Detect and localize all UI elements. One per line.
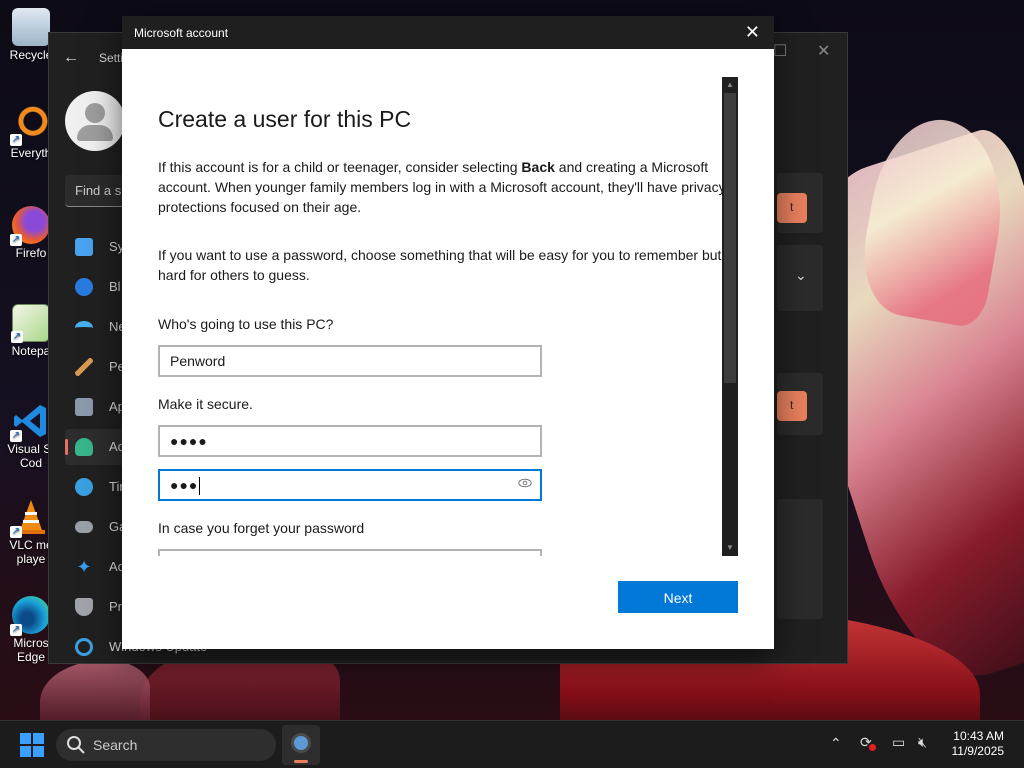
wifi-icon <box>75 321 93 335</box>
user-avatar <box>65 91 125 151</box>
windows-update-icon <box>75 638 93 656</box>
info-text-bold: Back <box>521 159 555 175</box>
recycle-bin-icon <box>12 8 50 46</box>
nav-item-label: Bl <box>109 279 121 294</box>
nav-item-label: Pr <box>109 599 122 614</box>
shortcut-arrow-icon: ↗ <box>10 134 22 146</box>
show-hidden-icons-chevron-icon[interactable]: ⌃ <box>830 735 842 752</box>
firefox-icon: ↗ <box>10 206 50 246</box>
taskbar-search-box[interactable]: Search <box>56 729 276 761</box>
settings-accent-button-label: t <box>790 398 794 412</box>
shortcut-arrow-icon: ↗ <box>10 526 22 538</box>
reenter-password-value: ●●● <box>170 477 199 493</box>
password-field[interactable]: ●●●● <box>158 425 542 457</box>
running-indicator <box>294 760 308 763</box>
dialog-title: Microsoft account <box>134 26 229 40</box>
shortcut-arrow-icon: ↗ <box>10 430 22 442</box>
username-label: Who's going to use this PC? <box>158 316 334 332</box>
chevron-down-icon[interactable]: ⌄ <box>795 267 807 284</box>
child-account-info: If this account is for a child or teenag… <box>158 157 738 217</box>
brush-icon <box>75 358 93 376</box>
username-value: Penword <box>170 353 226 369</box>
search-icon <box>67 736 85 754</box>
settings-title: Setti <box>99 51 124 65</box>
shortcut-arrow-icon: ↗ <box>10 234 22 246</box>
apps-icon <box>75 398 93 416</box>
reenter-password-field[interactable]: ●●● <box>158 469 542 501</box>
shortcut-arrow-icon: ↗ <box>10 624 22 636</box>
back-arrow-icon[interactable]: ← <box>63 49 79 67</box>
settings-accent-button-label: t <box>790 200 794 214</box>
scrollbar-thumb[interactable] <box>724 93 736 383</box>
notepad-plus-icon: ↗ <box>11 304 50 343</box>
dialog-titlebar: Microsoft account ✕ <box>122 16 774 49</box>
info-text: If this account is for a child or teenag… <box>158 159 522 175</box>
clock-time: 10:43 AM <box>953 729 1004 743</box>
password-value: ●●●● <box>170 433 208 449</box>
clock-date: 11/9/2025 <box>951 744 1005 758</box>
password-label: Make it secure. <box>158 396 253 412</box>
settings-gear-icon <box>291 733 311 753</box>
close-icon[interactable]: ✕ <box>745 22 760 42</box>
network-monitor-icon[interactable]: ▭ <box>892 734 905 751</box>
accessibility-icon: ✦ <box>76 557 92 577</box>
wallpaper-shape <box>40 660 150 720</box>
scroll-down-arrow-icon[interactable]: ▼ <box>722 542 738 554</box>
volume-muted-icon[interactable]: 🔇︎ <box>918 734 927 751</box>
security-questions-label: In case you forget your password <box>158 520 365 536</box>
next-button[interactable]: Next <box>618 581 738 613</box>
system-icon <box>75 238 93 256</box>
reveal-password-eye-icon[interactable] <box>518 478 532 488</box>
password-advice-text: If you want to use a password, choose so… <box>158 247 722 283</box>
gaming-icon <box>75 521 93 533</box>
shortcut-arrow-icon: ↗ <box>11 331 23 343</box>
taskbar-settings-app[interactable] <box>282 725 320 765</box>
time-language-icon <box>75 478 93 496</box>
start-windows-icon[interactable] <box>20 733 44 757</box>
privacy-shield-icon <box>75 598 93 616</box>
security-question-select-partial[interactable] <box>158 549 542 556</box>
dialog-scrollbar[interactable]: ▲ ▼ <box>722 77 738 556</box>
scroll-up-arrow-icon[interactable]: ▲ <box>722 79 738 91</box>
sync-update-icon[interactable]: ⟳ <box>860 734 876 751</box>
microsoft-account-dialog: Microsoft account ✕ Create a user for th… <box>122 16 774 649</box>
edge-icon: ↗ <box>10 596 50 636</box>
maximize-icon[interactable]: ☐ <box>773 41 787 61</box>
settings-card <box>777 499 823 619</box>
settings-card: ⌄ <box>777 245 823 311</box>
vscode-icon: ↗ <box>10 402 50 442</box>
page-title: Create a user for this PC <box>158 106 412 132</box>
everything-search-icon: ↗ <box>10 106 50 146</box>
settings-accent-button[interactable]: t <box>777 193 807 223</box>
bluetooth-icon <box>75 278 93 296</box>
accounts-icon <box>75 438 93 456</box>
search-label: Search <box>93 737 138 753</box>
username-field[interactable]: Penword <box>158 345 542 377</box>
vlc-icon: ↗ <box>10 498 50 538</box>
settings-accent-button[interactable]: t <box>777 391 807 421</box>
close-icon[interactable]: ✕ <box>817 41 830 61</box>
taskbar: Search ⌃ ⟳ ▭ 🔇︎ 10:43 AM 11/9/2025 <box>0 720 1024 768</box>
taskbar-clock[interactable]: 10:43 AM 11/9/2025 <box>952 729 1005 759</box>
text-caret <box>199 477 201 496</box>
